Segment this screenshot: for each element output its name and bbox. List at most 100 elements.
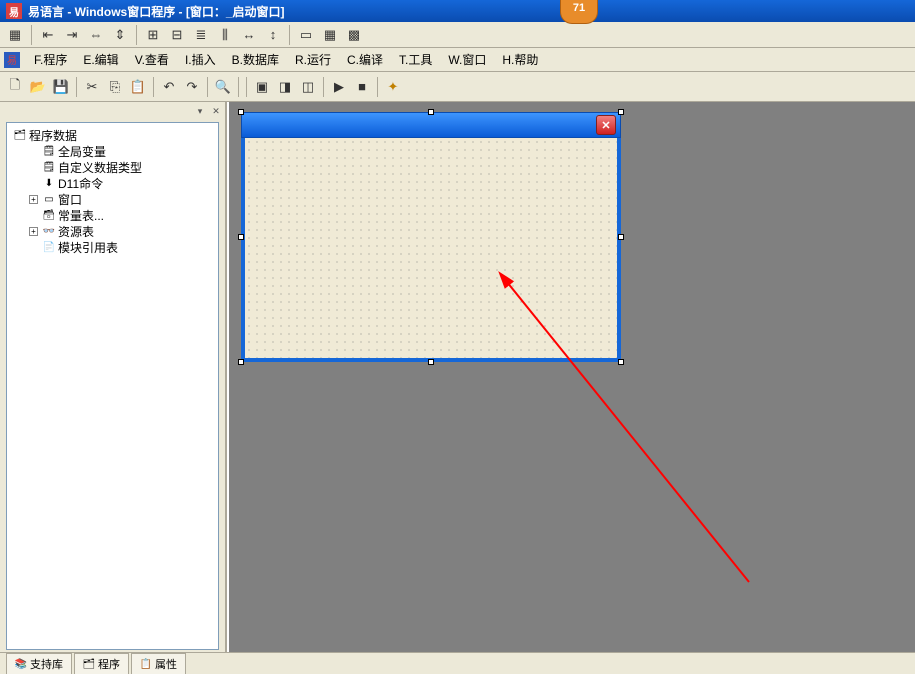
distribute-h-button[interactable]: ⊞ bbox=[142, 24, 164, 46]
resize-handle-nw[interactable] bbox=[238, 109, 244, 115]
types-icon: 🗒 bbox=[42, 160, 56, 174]
resize-handle-n[interactable] bbox=[428, 109, 434, 115]
stop-button[interactable]: ■ bbox=[351, 76, 373, 98]
find-button[interactable]: 🔍 bbox=[212, 76, 234, 98]
equal-width-button[interactable]: ≣ bbox=[190, 24, 212, 46]
tab-program[interactable]: 🗂 程序 bbox=[74, 653, 129, 674]
menu-run[interactable]: R.运行 bbox=[289, 49, 337, 70]
book-icon: 📚 bbox=[15, 658, 27, 670]
separator bbox=[289, 25, 290, 45]
tab-support[interactable]: 📚 支持库 bbox=[6, 653, 72, 674]
design-form[interactable]: ✕ bbox=[241, 112, 621, 362]
center-v-button[interactable]: ↕ bbox=[262, 24, 284, 46]
tree-label: 资源表 bbox=[58, 223, 94, 240]
separator bbox=[153, 77, 154, 97]
separator bbox=[323, 77, 324, 97]
distribute-v-button[interactable]: ⊟ bbox=[166, 24, 188, 46]
tree-item-window[interactable]: + ▭ 窗口 bbox=[9, 191, 216, 207]
separator bbox=[31, 25, 32, 45]
tree-item-dll[interactable]: ⬇ D11命令 bbox=[9, 175, 216, 191]
notification-badge[interactable]: 71 bbox=[560, 0, 598, 24]
resize-handle-ne[interactable] bbox=[618, 109, 624, 115]
resize-handle-sw[interactable] bbox=[238, 359, 244, 365]
align-h-button[interactable]: ⇔ bbox=[85, 24, 107, 46]
tree-label: 窗口 bbox=[58, 191, 82, 208]
sidebar-pin-button[interactable]: ▾ bbox=[193, 104, 207, 118]
center-h-button[interactable]: ↔ bbox=[238, 24, 260, 46]
window3-button[interactable]: ◫ bbox=[297, 76, 319, 98]
save-button[interactable]: 💾 bbox=[50, 76, 72, 98]
menu-window[interactable]: W.窗口 bbox=[442, 49, 492, 70]
tree-label: 自定义数据类型 bbox=[58, 159, 142, 176]
tree-item-globals[interactable]: 🗒 全局变量 bbox=[9, 143, 216, 159]
window-title: 易语言 - Windows窗口程序 - [窗口：_启动窗口] bbox=[28, 3, 285, 20]
tree-root[interactable]: 🗂 程序数据 bbox=[9, 127, 216, 143]
tree-icon: 🗂 bbox=[13, 128, 27, 142]
align-v-button[interactable]: ⇕ bbox=[109, 24, 131, 46]
expander-icon[interactable]: + bbox=[29, 227, 38, 236]
project-tree[interactable]: 🗂 程序数据 🗒 全局变量 🗒 自定义数据类型 ⬇ D11命令 + ▭ bbox=[6, 122, 219, 650]
resize-handle-e[interactable] bbox=[618, 234, 624, 240]
grid-button[interactable]: ▦ bbox=[319, 24, 341, 46]
sidebar-header: ▾ ✕ bbox=[0, 102, 225, 120]
dll-icon: ⬇ bbox=[42, 176, 56, 190]
align-right-button[interactable]: ⇥ bbox=[61, 24, 83, 46]
cut-button[interactable]: ✂ bbox=[81, 76, 103, 98]
tab-property[interactable]: 📋 属性 bbox=[131, 653, 186, 674]
view-toggle-button[interactable]: ▦ bbox=[4, 24, 26, 46]
menu-help[interactable]: H.帮助 bbox=[496, 49, 544, 70]
const-icon: 🗃 bbox=[42, 208, 56, 222]
menu-database[interactable]: B.数据库 bbox=[226, 49, 285, 70]
window2-button[interactable]: ◨ bbox=[274, 76, 296, 98]
toolbar-row-1: ▦ ⇤ ⇥ ⇔ ⇕ ⊞ ⊟ ≣ ⫼ ↔ ↕ ▭ ▦ ▩ bbox=[0, 22, 915, 48]
copy-button[interactable]: ⎘ bbox=[104, 76, 126, 98]
menu-compile[interactable]: C.编译 bbox=[341, 49, 389, 70]
program-icon: 🗂 bbox=[83, 658, 95, 670]
tab-label: 程序 bbox=[98, 656, 120, 672]
menu-edit[interactable]: E.编辑 bbox=[77, 49, 124, 70]
close-icon[interactable]: ✕ bbox=[596, 115, 616, 135]
tree-item-resource[interactable]: + 👓 资源表 bbox=[9, 223, 216, 239]
open-button[interactable]: 📂 bbox=[27, 76, 49, 98]
redo-button[interactable]: ↷ bbox=[181, 76, 203, 98]
tree-item-module[interactable]: 📄 模块引用表 bbox=[9, 239, 216, 255]
expander-icon[interactable]: + bbox=[29, 195, 38, 204]
align-left-button[interactable]: ⇤ bbox=[37, 24, 59, 46]
sidebar: ▾ ✕ 🗂 程序数据 🗒 全局变量 🗒 自定义数据类型 ⬇ D11命令 bbox=[0, 102, 227, 652]
resize-handle-w[interactable] bbox=[238, 234, 244, 240]
window1-button[interactable]: ▣ bbox=[251, 76, 273, 98]
main-area: ▾ ✕ 🗂 程序数据 🗒 全局变量 🗒 自定义数据类型 ⬇ D11命令 bbox=[0, 102, 915, 652]
tree-label: 程序数据 bbox=[29, 127, 77, 144]
resize-handle-s[interactable] bbox=[428, 359, 434, 365]
undo-button[interactable]: ↶ bbox=[158, 76, 180, 98]
tree-label: 常量表... bbox=[58, 207, 104, 224]
tree-item-types[interactable]: 🗒 自定义数据类型 bbox=[9, 159, 216, 175]
snap-button[interactable]: ▩ bbox=[343, 24, 365, 46]
sidebar-close-button[interactable]: ✕ bbox=[209, 104, 223, 118]
form-designer-canvas[interactable]: ✕ bbox=[227, 102, 915, 652]
size-button[interactable]: ▭ bbox=[295, 24, 317, 46]
tree-label: D11命令 bbox=[58, 175, 103, 192]
separator bbox=[136, 25, 137, 45]
menu-insert[interactable]: I.插入 bbox=[179, 49, 222, 70]
equal-height-button[interactable]: ⫼ bbox=[214, 24, 236, 46]
separator bbox=[238, 77, 239, 97]
tree-item-const[interactable]: 🗃 常量表... bbox=[9, 207, 216, 223]
new-button[interactable]: 🗋 bbox=[4, 76, 26, 98]
design-form-titlebar[interactable]: ✕ bbox=[241, 112, 621, 138]
design-form-body[interactable] bbox=[241, 138, 621, 362]
app-menu-icon: 易 bbox=[4, 52, 20, 68]
window-icon: ▭ bbox=[42, 192, 56, 206]
paste-button[interactable]: 📋 bbox=[127, 76, 149, 98]
run-button[interactable]: ▶ bbox=[328, 76, 350, 98]
debug-button[interactable]: ✦ bbox=[382, 76, 404, 98]
menu-tools[interactable]: T.工具 bbox=[393, 49, 438, 70]
resize-handle-se[interactable] bbox=[618, 359, 624, 365]
menu-view[interactable]: V.查看 bbox=[129, 49, 175, 70]
separator bbox=[207, 77, 208, 97]
module-icon: 📄 bbox=[42, 240, 56, 254]
toolbar-row-2: 🗋 📂 💾 ✂ ⎘ 📋 ↶ ↷ 🔍 ▣ ◨ ◫ ▶ ■ ✦ bbox=[0, 72, 915, 102]
menu-program[interactable]: F.程序 bbox=[28, 49, 73, 70]
tab-label: 属性 bbox=[155, 656, 177, 672]
property-icon: 📋 bbox=[140, 658, 152, 670]
